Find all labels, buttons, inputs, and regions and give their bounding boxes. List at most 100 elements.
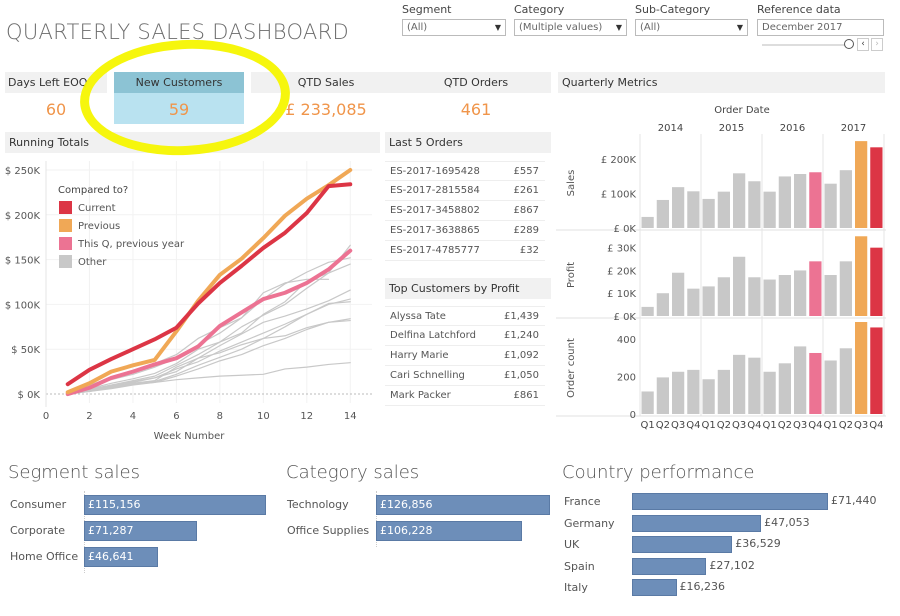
x-tick-label: 0	[43, 411, 49, 422]
order-row[interactable]: ES-2017-4785777 £32	[385, 241, 545, 261]
bar-sales[interactable]	[702, 198, 715, 228]
bar-profit[interactable]	[687, 288, 700, 316]
segment-bar[interactable]: £46,641	[84, 547, 158, 567]
filter-subcategory-label: Sub-Category	[635, 3, 711, 16]
filter-subcategory-dropdown[interactable]: (All) ▼	[635, 19, 748, 36]
bar-sales[interactable]	[794, 174, 807, 228]
bar-order-count[interactable]	[748, 357, 761, 414]
bar-profit[interactable]	[702, 286, 715, 316]
x-tick-label: 6	[173, 411, 179, 422]
bar-sales[interactable]	[641, 216, 654, 228]
bar-sales[interactable]	[656, 199, 669, 228]
x-tick-label: 8	[217, 411, 223, 422]
slider-handle[interactable]	[844, 39, 854, 49]
customer-row[interactable]: Alyssa Tate £1,439	[385, 306, 545, 326]
order-id: ES-2017-3638865	[390, 225, 480, 236]
bar-order-count[interactable]	[824, 360, 837, 414]
legend-swatch-current[interactable]	[59, 201, 72, 214]
filter-category-dropdown[interactable]: (Multiple values) ▼	[514, 19, 627, 36]
country-bar[interactable]	[632, 536, 733, 553]
order-row[interactable]: ES-2017-3458802 £867	[385, 201, 545, 221]
bar-order-count[interactable]	[702, 379, 715, 414]
bar-order-count[interactable]	[794, 346, 807, 414]
order-id: ES-2017-2815584	[390, 185, 480, 196]
bar-order-count[interactable]	[687, 369, 700, 414]
bar-order-count[interactable]	[763, 371, 776, 414]
customer-row[interactable]: Delfina Latchford £1,240	[385, 326, 545, 346]
bar-order-count[interactable]	[641, 391, 654, 414]
segment-bar[interactable]: £115,156	[84, 495, 266, 515]
next-button[interactable]: ›	[871, 38, 883, 51]
bar-sales[interactable]	[748, 181, 761, 228]
legend-swatch-this-q-prev-year[interactable]	[59, 237, 72, 250]
bar-profit[interactable]	[778, 275, 791, 316]
bar-sales[interactable]	[855, 141, 868, 228]
bar-profit[interactable]	[748, 277, 761, 316]
slider-track[interactable]	[762, 44, 846, 46]
filter-segment: Segment (All) ▼	[402, 3, 506, 36]
bar-order-count[interactable]	[672, 371, 685, 414]
bar-sales[interactable]	[763, 191, 776, 228]
bar-sales[interactable]	[870, 147, 883, 228]
kpi-new-customers-value: 59	[168, 100, 190, 119]
previous-button[interactable]: ‹	[857, 38, 869, 51]
bar-sales[interactable]	[824, 183, 837, 228]
bar-sales[interactable]	[687, 191, 700, 228]
bar-order-count[interactable]	[809, 352, 822, 414]
y-tick-label: 200	[617, 372, 636, 383]
bar-sales[interactable]	[778, 176, 791, 228]
bar-profit[interactable]	[855, 236, 868, 316]
bar-profit[interactable]	[641, 306, 654, 316]
bar-profit[interactable]	[672, 272, 685, 316]
country-bar[interactable]	[632, 493, 828, 510]
top-customers-table: Alyssa Tate £1,439 Delfina Latchford £1,240…	[385, 306, 545, 406]
bar-order-count[interactable]	[656, 377, 669, 414]
bar-profit[interactable]	[809, 261, 822, 316]
bar-profit[interactable]	[839, 261, 852, 316]
customer-row[interactable]: Mark Packer £861	[385, 386, 545, 406]
bar-order-count[interactable]	[717, 369, 730, 414]
customer-value: £1,439	[504, 311, 539, 322]
bar-sales[interactable]	[839, 170, 852, 228]
x-tick-label: 2	[86, 411, 92, 422]
country-value-label: £47,053	[764, 515, 810, 529]
bar-sales[interactable]	[809, 172, 822, 228]
x-tick-label: 12	[300, 411, 313, 422]
customer-row[interactable]: Harry Marie £1,092	[385, 346, 545, 366]
reference-date-input[interactable]: December 2017	[757, 19, 884, 36]
bar-profit[interactable]	[794, 270, 807, 316]
bar-profit[interactable]	[763, 279, 776, 316]
bar-order-count[interactable]	[839, 348, 852, 414]
bar-sales[interactable]	[717, 191, 730, 228]
y-tick-label: 400	[617, 335, 636, 346]
legend-swatch-previous[interactable]	[59, 219, 72, 232]
bar-order-count[interactable]	[870, 327, 883, 414]
country-category-label: UK	[564, 538, 580, 551]
bar-order-count[interactable]	[855, 322, 868, 414]
bar-profit[interactable]	[733, 256, 746, 316]
panel-axis-title: Order count	[566, 338, 577, 398]
filter-segment-dropdown[interactable]: (All) ▼	[402, 19, 506, 36]
quarter-label: Q4	[747, 420, 761, 431]
country-bar[interactable]	[632, 557, 707, 575]
segment-bar[interactable]: £71,287	[84, 521, 197, 541]
bar-order-count[interactable]	[778, 363, 791, 414]
bar-sales[interactable]	[733, 173, 746, 228]
order-row[interactable]: ES-2017-2815584 £261	[385, 181, 545, 201]
order-row[interactable]: ES-2017-1695428 £557	[385, 161, 545, 181]
country-bar[interactable]	[632, 579, 677, 596]
bar-sales[interactable]	[672, 187, 685, 228]
category-bar[interactable]: £106,228	[376, 521, 522, 541]
last-orders-table: ES-2017-1695428 £557 ES-2017-2815584 £261 ES…	[385, 161, 545, 261]
bar-profit[interactable]	[824, 275, 837, 316]
bar-profit[interactable]	[870, 247, 883, 316]
bar-order-count[interactable]	[733, 354, 746, 414]
country-bar[interactable]	[632, 514, 762, 532]
order-row[interactable]: ES-2017-3638865 £289	[385, 221, 545, 241]
legend-swatch-other[interactable]	[59, 255, 72, 268]
kpi-days-left-value: 60	[45, 100, 67, 119]
bar-profit[interactable]	[656, 293, 669, 316]
category-bar[interactable]: £126,856	[376, 495, 550, 515]
bar-profit[interactable]	[717, 277, 730, 316]
customer-row[interactable]: Cari Schnelling £1,050	[385, 366, 545, 386]
